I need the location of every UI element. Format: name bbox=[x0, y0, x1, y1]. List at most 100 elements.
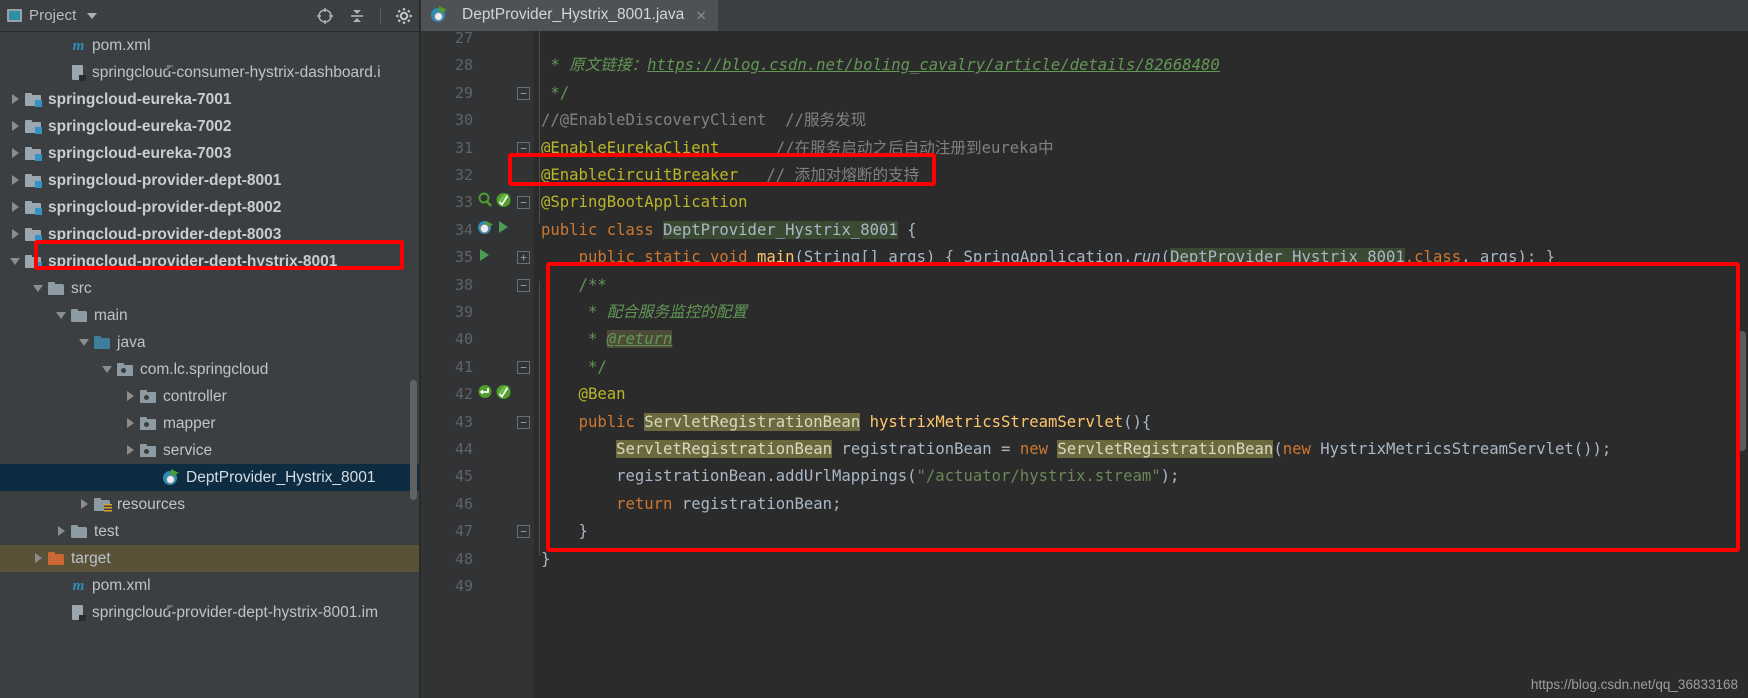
tree-row-label: src bbox=[71, 279, 92, 297]
code-line[interactable]: 27 bbox=[421, 25, 1748, 52]
line-number: 44 bbox=[454, 440, 473, 458]
project-tree[interactable]: m pom.xml springcloud-consumer-hystrix-das… bbox=[0, 32, 419, 698]
code-text: * 原文链接：https://blog.csdn.net/boling_cava… bbox=[541, 52, 1219, 79]
line-number: 30 bbox=[454, 111, 473, 130]
code-line[interactable]: 29 − */ bbox=[421, 80, 1748, 107]
tree-row[interactable]: target bbox=[0, 545, 419, 572]
code-token: * bbox=[541, 56, 570, 75]
project-title-group[interactable]: Project bbox=[0, 7, 98, 24]
code-line[interactable]: 34 public class DeptProvider_Hystrix_8001… bbox=[421, 217, 1748, 244]
folder-blue-icon bbox=[94, 335, 111, 350]
tree-row-label: springcloud-provider-dept-hystrix-8001.i… bbox=[92, 603, 379, 621]
line-number: 32 bbox=[454, 166, 473, 184]
tree-row[interactable]: src bbox=[0, 275, 419, 302]
line-number: 42 bbox=[454, 385, 473, 404]
fold-minus-icon[interactable]: − bbox=[517, 360, 530, 374]
toolbar-divider bbox=[380, 7, 381, 24]
chevron-down-icon[interactable] bbox=[33, 283, 44, 294]
tree-row[interactable]: springcloud-eureka-7003 bbox=[0, 140, 419, 167]
tree-row[interactable]: DeptProvider_Hystrix_8001 bbox=[0, 464, 419, 491]
code-line[interactable]: 49 bbox=[421, 573, 1748, 600]
line-number: 40 bbox=[454, 330, 473, 349]
code-token: */ bbox=[541, 83, 570, 102]
spring-bean-icon[interactable] bbox=[495, 383, 512, 405]
code-line[interactable]: 33 − @SpringBootApplication bbox=[421, 189, 1748, 216]
annotation-box-bean-method bbox=[546, 262, 1740, 552]
module-icon bbox=[25, 92, 42, 107]
project-tree-scrollbar[interactable] bbox=[410, 380, 417, 500]
package-icon bbox=[117, 362, 134, 377]
chevron-down-icon[interactable] bbox=[102, 364, 113, 375]
chevron-right-icon[interactable] bbox=[10, 94, 21, 105]
chevron-down-icon[interactable] bbox=[56, 310, 67, 321]
tree-row[interactable]: com.lc.springcloud bbox=[0, 356, 419, 383]
chevron-down-icon[interactable] bbox=[10, 256, 21, 267]
fold-minus-icon[interactable]: − bbox=[517, 86, 530, 100]
code-token: public bbox=[541, 220, 607, 239]
chevron-right-icon[interactable] bbox=[56, 526, 67, 537]
gutter-icons bbox=[477, 192, 512, 212]
chevron-down-icon[interactable] bbox=[87, 12, 98, 19]
gutter-icons bbox=[477, 247, 491, 267]
fold-minus-icon[interactable]: − bbox=[517, 525, 530, 539]
watermark-text: https://blog.csdn.net/qq_36833168 bbox=[1530, 677, 1738, 692]
crosshair-locate-icon[interactable] bbox=[316, 7, 334, 25]
tree-row[interactable]: test bbox=[0, 518, 419, 545]
close-icon[interactable]: × bbox=[696, 7, 706, 24]
chevron-down-icon[interactable] bbox=[79, 337, 90, 348]
override-icon[interactable] bbox=[477, 383, 493, 405]
module-icon bbox=[25, 173, 42, 188]
package-icon bbox=[140, 389, 157, 404]
chevron-right-icon[interactable] bbox=[125, 445, 136, 456]
chevron-right-icon[interactable] bbox=[10, 229, 21, 240]
line-number: 28 bbox=[454, 56, 473, 75]
gutter-icons bbox=[477, 384, 512, 404]
chevron-right-icon[interactable] bbox=[33, 553, 44, 564]
tree-row-label: target bbox=[71, 549, 111, 567]
spring-class-icon[interactable] bbox=[477, 219, 494, 241]
fold-plus-icon[interactable]: + bbox=[517, 251, 530, 265]
tree-row-label: springcloud-consumer-hystrix-dashboard.i bbox=[92, 63, 381, 81]
fold-minus-icon[interactable]: − bbox=[517, 278, 530, 292]
ide-window: Project m pom.xml springcloud-consumer-h… bbox=[0, 0, 1748, 698]
chevron-right-icon[interactable] bbox=[10, 121, 21, 132]
tree-row[interactable]: springcloud-eureka-7001 bbox=[0, 86, 419, 113]
tree-row[interactable]: m pom.xml bbox=[0, 32, 419, 59]
project-tool-window-title: Project bbox=[29, 7, 77, 24]
chevron-right-icon[interactable] bbox=[10, 175, 21, 186]
fold-minus-icon[interactable]: − bbox=[517, 415, 530, 429]
chevron-right-icon[interactable] bbox=[10, 202, 21, 213]
run-icon[interactable] bbox=[477, 247, 491, 268]
spring-bean-icon[interactable] bbox=[495, 191, 512, 213]
gear-icon[interactable] bbox=[395, 7, 413, 25]
code-line[interactable]: 30 //@EnableDiscoveryClient //服务发现 bbox=[421, 107, 1748, 134]
chevron-right-icon[interactable] bbox=[79, 499, 90, 510]
chevron-right-icon[interactable] bbox=[125, 391, 136, 402]
tree-row[interactable]: springcloud-consumer-hystrix-dashboard.i bbox=[0, 59, 419, 86]
tree-row[interactable]: mapper bbox=[0, 410, 419, 437]
chevron-right-icon[interactable] bbox=[10, 148, 21, 159]
tree-row[interactable]: springcloud-eureka-7002 bbox=[0, 113, 419, 140]
fold-minus-icon[interactable]: − bbox=[517, 196, 530, 210]
tree-row[interactable]: springcloud-provider-dept-hystrix-8001.i… bbox=[0, 599, 419, 626]
code-text: public class DeptProvider_Hystrix_8001 { bbox=[541, 217, 917, 244]
chevron-right-icon[interactable] bbox=[125, 418, 136, 429]
tree-row[interactable]: springcloud-provider-dept-8001 bbox=[0, 167, 419, 194]
run-icon[interactable] bbox=[496, 219, 510, 240]
tree-row[interactable]: service bbox=[0, 437, 419, 464]
tree-row[interactable]: m pom.xml bbox=[0, 572, 419, 599]
tree-row[interactable]: java bbox=[0, 329, 419, 356]
tool-window-actions bbox=[316, 0, 413, 31]
tree-row-label: test bbox=[94, 522, 119, 540]
bean-search-icon[interactable] bbox=[477, 191, 493, 213]
tree-row[interactable]: main bbox=[0, 302, 419, 329]
tree-row[interactable]: springcloud-provider-dept-8002 bbox=[0, 194, 419, 221]
collapse-all-icon[interactable] bbox=[348, 7, 366, 25]
module-icon bbox=[25, 119, 42, 134]
tree-row[interactable]: controller bbox=[0, 383, 419, 410]
package-icon bbox=[140, 443, 157, 458]
code-line[interactable]: 28 * 原文链接：https://blog.csdn.net/boling_c… bbox=[421, 52, 1748, 79]
tree-row[interactable]: resources bbox=[0, 491, 419, 518]
